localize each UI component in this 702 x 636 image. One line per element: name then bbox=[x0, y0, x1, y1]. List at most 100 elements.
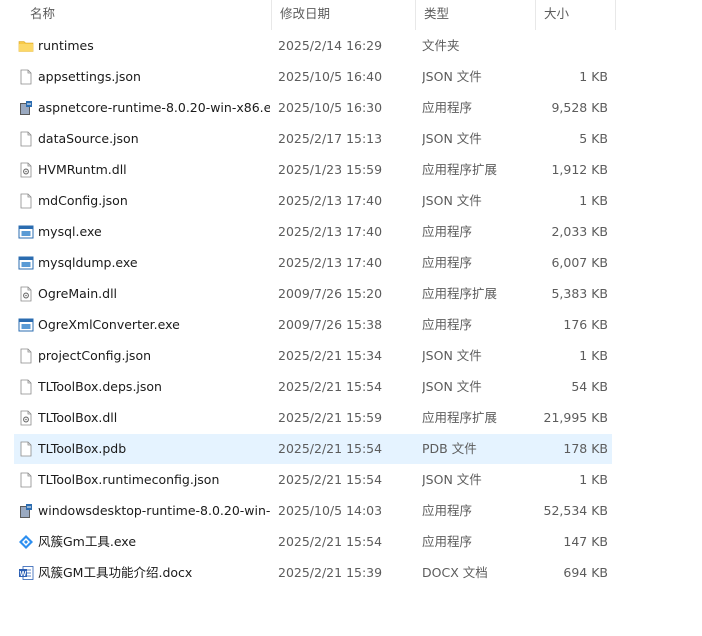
file-name: aspnetcore-runtime-8.0.20-win-x86.exe bbox=[38, 100, 270, 115]
file-size: 2,033 KB bbox=[551, 224, 608, 239]
file-name: TLToolBox.dll bbox=[38, 410, 118, 425]
file-size: 52,534 KB bbox=[543, 503, 608, 518]
file-row[interactable]: 风簇Gm工具.exe 2025/2/21 15:54 应用程序 147 KB bbox=[14, 527, 612, 557]
column-header-type[interactable]: 类型 bbox=[416, 0, 536, 30]
exe-icon bbox=[18, 255, 34, 271]
column-header-type-label: 类型 bbox=[424, 6, 450, 21]
file-name: projectConfig.json bbox=[38, 348, 152, 363]
file-type: JSON 文件 bbox=[422, 379, 482, 394]
file-size: 694 KB bbox=[563, 565, 608, 580]
file-size: 178 KB bbox=[563, 441, 608, 456]
file-type: 应用程序扩展 bbox=[422, 286, 498, 301]
file-modified-date: 2009/7/26 15:38 bbox=[278, 317, 383, 332]
file-type: JSON 文件 bbox=[422, 348, 482, 363]
column-header-bar: ^ 名称 修改日期 类型 大小 bbox=[0, 0, 616, 30]
file-row[interactable]: mdConfig.json 2025/2/13 17:40 JSON 文件 1 KB bbox=[14, 186, 612, 216]
svg-text:W: W bbox=[20, 571, 27, 578]
file-name: 风簇Gm工具.exe bbox=[38, 534, 137, 549]
column-header-date-label: 修改日期 bbox=[280, 6, 331, 21]
file-size: 1 KB bbox=[579, 472, 608, 487]
file-size: 176 KB bbox=[563, 317, 608, 332]
file-name: TLToolBox.pdb bbox=[38, 441, 127, 456]
column-header-date[interactable]: 修改日期 bbox=[272, 0, 416, 30]
file-row[interactable]: aspnetcore-runtime-8.0.20-win-x86.exe 202… bbox=[14, 93, 612, 123]
file-type: 应用程序 bbox=[422, 534, 473, 549]
file-name: appsettings.json bbox=[38, 69, 141, 84]
file-row[interactable]: windowsdesktop-runtime-8.0.20-win-... 202… bbox=[14, 496, 612, 526]
file-row[interactable]: TLToolBox.runtimeconfig.json 2025/2/21 15… bbox=[14, 465, 612, 495]
file-type: JSON 文件 bbox=[422, 472, 482, 487]
file-type: PDB 文件 bbox=[422, 441, 477, 456]
file-size bbox=[534, 31, 608, 61]
file-modified-date: 2025/2/14 16:29 bbox=[278, 38, 383, 53]
file-size: 1 KB bbox=[579, 348, 608, 363]
file-name: TLToolBox.runtimeconfig.json bbox=[38, 472, 220, 487]
file-size: 1 KB bbox=[579, 69, 608, 84]
file-type: DOCX 文档 bbox=[422, 565, 488, 580]
file-modified-date: 2025/2/21 15:54 bbox=[278, 472, 383, 487]
file-modified-date: 2025/1/23 15:59 bbox=[278, 162, 383, 177]
dll-icon bbox=[18, 410, 34, 426]
file-row[interactable]: W 风簇GM工具功能介绍.docx 2025/2/21 15:39 DOCX 文档 69… bbox=[14, 558, 612, 588]
file-type: 应用程序 bbox=[422, 255, 473, 270]
file-type: JSON 文件 bbox=[422, 69, 482, 84]
app-diamond-icon bbox=[18, 534, 34, 550]
column-header-size[interactable]: 大小 bbox=[536, 0, 616, 30]
file-modified-date: 2025/2/21 15:54 bbox=[278, 534, 383, 549]
file-modified-date: 2025/2/21 15:59 bbox=[278, 410, 383, 425]
exe-icon bbox=[18, 224, 34, 240]
file-name: mysqldump.exe bbox=[38, 255, 138, 270]
word-doc-icon: W bbox=[18, 565, 34, 581]
exe-icon bbox=[18, 317, 34, 333]
file-size: 5,383 KB bbox=[551, 286, 608, 301]
file-name: 风簇GM工具功能介绍.docx bbox=[38, 565, 193, 580]
dll-icon bbox=[18, 286, 34, 302]
installer-icon bbox=[18, 503, 34, 519]
file-size: 1,912 KB bbox=[551, 162, 608, 177]
file-name: mysql.exe bbox=[38, 224, 102, 239]
file-icon bbox=[18, 441, 34, 457]
file-size: 6,007 KB bbox=[551, 255, 608, 270]
file-row[interactable]: mysqldump.exe 2025/2/13 17:40 应用程序 6,007 KB bbox=[14, 248, 612, 278]
file-icon bbox=[18, 131, 34, 147]
file-name: mdConfig.json bbox=[38, 193, 128, 208]
file-modified-date: 2025/2/21 15:39 bbox=[278, 565, 383, 580]
file-type: 文件夹 bbox=[422, 38, 460, 53]
file-type: 应用程序 bbox=[422, 503, 473, 518]
file-size: 9,528 KB bbox=[551, 100, 608, 115]
installer-icon bbox=[18, 100, 34, 116]
file-row[interactable]: TLToolBox.dll 2025/2/21 15:59 应用程序扩展 21,995… bbox=[14, 403, 612, 433]
file-type: 应用程序 bbox=[422, 317, 473, 332]
file-type: 应用程序 bbox=[422, 100, 473, 115]
file-type: JSON 文件 bbox=[422, 193, 482, 208]
file-row[interactable]: dataSource.json 2025/2/17 15:13 JSON 文件 5 K… bbox=[14, 124, 612, 154]
file-type: 应用程序扩展 bbox=[422, 410, 498, 425]
file-modified-date: 2025/10/5 16:30 bbox=[278, 100, 383, 115]
file-row[interactable]: OgreXmlConverter.exe 2009/7/26 15:38 应用程序 1… bbox=[14, 310, 612, 340]
file-row[interactable]: projectConfig.json 2025/2/21 15:34 JSON 文件… bbox=[14, 341, 612, 371]
file-row[interactable]: OgreMain.dll 2009/7/26 15:20 应用程序扩展 5,383 K… bbox=[14, 279, 612, 309]
file-row[interactable]: TLToolBox.pdb 2025/2/21 15:54 PDB 文件 178 KB bbox=[14, 434, 612, 464]
dll-icon bbox=[18, 162, 34, 178]
file-type: JSON 文件 bbox=[422, 131, 482, 146]
file-row[interactable]: HVMRuntm.dll 2025/1/23 15:59 应用程序扩展 1,912 K… bbox=[14, 155, 612, 185]
file-modified-date: 2025/10/5 16:40 bbox=[278, 69, 383, 84]
file-modified-date: 2025/2/13 17:40 bbox=[278, 193, 383, 208]
file-row[interactable]: mysql.exe 2025/2/13 17:40 应用程序 2,033 KB bbox=[14, 217, 612, 247]
file-size: 5 KB bbox=[579, 131, 608, 146]
column-header-name[interactable]: 名称 bbox=[22, 0, 272, 30]
file-name: windowsdesktop-runtime-8.0.20-win-... bbox=[38, 503, 270, 518]
file-icon bbox=[18, 472, 34, 488]
file-modified-date: 2025/2/13 17:40 bbox=[278, 224, 383, 239]
file-row[interactable]: appsettings.json 2025/10/5 16:40 JSON 文件 1 … bbox=[14, 62, 612, 92]
file-icon bbox=[18, 348, 34, 364]
file-modified-date: 2025/10/5 14:03 bbox=[278, 503, 383, 518]
file-size: 21,995 KB bbox=[543, 410, 608, 425]
file-modified-date: 2025/2/17 15:13 bbox=[278, 131, 383, 146]
file-modified-date: 2025/2/21 15:54 bbox=[278, 379, 383, 394]
file-name: HVMRuntm.dll bbox=[38, 162, 127, 177]
file-row[interactable]: TLToolBox.deps.json 2025/2/21 15:54 JSON 文… bbox=[14, 372, 612, 402]
file-row[interactable]: runtimes 2025/2/14 16:29 文件夹 bbox=[14, 31, 612, 61]
file-size: 54 KB bbox=[571, 379, 608, 394]
file-icon bbox=[18, 69, 34, 85]
